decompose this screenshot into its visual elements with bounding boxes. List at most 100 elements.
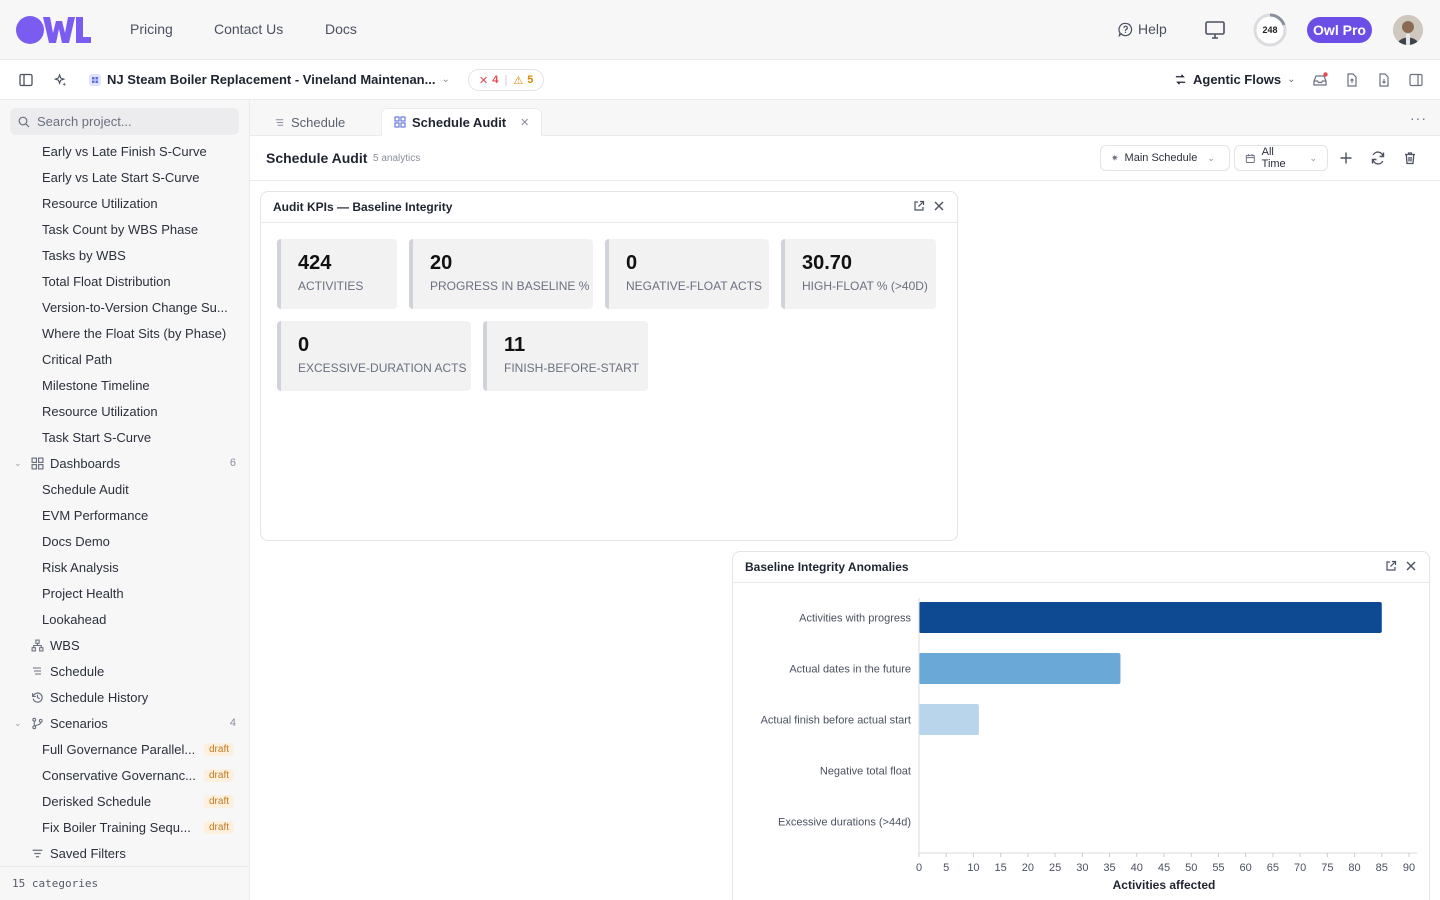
sidebar-item-dashboards[interactable]: ⌄ Dashboards 6 [0,450,249,476]
sidebar-item-total-float-distribution[interactable]: Total Float Distribution [0,268,249,294]
item-count: 4 [229,717,236,729]
sidebar-item-fix-boiler-training-sequ[interactable]: Fix Boiler Training Sequ... draft [0,814,249,840]
chevron-down-icon: ⌄ [1207,152,1215,163]
sidebar-item-label: Tasks by WBS [42,247,126,263]
kpi-card: 20 PROGRESS IN BASELINE % [409,239,593,309]
list-icon [30,664,44,678]
chart-widget-title: Baseline Integrity Anomalies [733,552,1429,583]
sidebar-item-label: Milestone Timeline [42,377,150,393]
close-icon[interactable] [933,200,945,212]
kpi-label: PROGRESS IN BASELINE % [430,279,590,293]
sidebar-item-version-to-version-change-su[interactable]: Version-to-Version Change Su... [0,294,249,320]
sidebar-item-task-start-s-curve[interactable]: Task Start S-Curve [0,424,249,450]
chevron-down-icon[interactable]: ⌄ [14,458,24,469]
sidebar-item-resource-utilization[interactable]: Resource Utilization [0,398,249,424]
kpi-value: 20 [430,252,453,274]
nav-docs[interactable]: Docs [325,21,357,37]
x-tick-label: 30 [1076,862,1088,874]
x-tick-label: 50 [1185,862,1197,874]
issues-badge[interactable]: ✕ 4 | ⚠ 5 [468,69,544,91]
sidebar-item-tasks-by-wbs[interactable]: Tasks by WBS [0,242,249,268]
nav-pricing[interactable]: Pricing [130,21,173,37]
export-file-icon[interactable] [1342,70,1362,90]
right-panel-icon[interactable] [1406,70,1426,90]
credits-count: 248 [1262,25,1278,35]
sidebar-item-saved-filters[interactable]: Saved Filters [0,840,249,866]
help-button[interactable]: Help [1118,21,1167,37]
sidebar-item-label: Task Count by WBS Phase [42,221,199,237]
sidebar-item-project-health[interactable]: Project Health [0,580,249,606]
avatar[interactable] [1393,15,1423,45]
refresh-icon[interactable] [1368,148,1388,168]
sidebar-item-schedule[interactable]: Schedule [0,658,249,684]
warning-count: 5 [527,74,534,86]
open-external-icon[interactable] [913,200,925,212]
sidebar-item-label: Version-to-Version Change Su... [42,299,228,315]
add-icon[interactable] [1336,148,1356,168]
page-title: Schedule Audit [266,150,368,166]
kpi-label: EXCESSIVE-DURATION ACTS [298,361,467,375]
sidebar-item-schedule-audit[interactable]: Schedule Audit [0,476,249,502]
sidebar-item-early-vs-late-start-s-curve[interactable]: Early vs Late Start S-Curve [0,164,249,190]
sidebar-item-task-count-by-wbs-phase[interactable]: Task Count by WBS Phase [0,216,249,242]
agentic-flows-menu[interactable]: Agentic Flows ⌄ [1174,72,1296,87]
search-box[interactable] [10,108,239,135]
category-label: Actual finish before actual start [761,715,911,727]
schedule-select-value: Main Schedule [1124,152,1198,164]
trash-icon[interactable] [1400,148,1420,168]
category-label: Excessive durations (>44d) [778,817,911,829]
grid-icon [30,456,44,470]
sparkle-icon[interactable] [50,70,70,90]
sidebar-item-early-vs-late-finish-s-curve[interactable]: Early vs Late Finish S-Curve [0,138,249,164]
sidebar-item-scenarios[interactable]: ⌄ Scenarios 4 [0,710,249,736]
chevron-down-icon: ⌄ [441,74,450,85]
kpi-value: 0 [298,334,310,356]
time-range-select[interactable]: All Time ⌄ [1234,145,1328,171]
kpi-card: 0 EXCESSIVE-DURATION ACTS [277,321,471,391]
agentic-flows-label: Agentic Flows [1193,72,1282,87]
toggle-sidebar-icon[interactable] [16,70,36,90]
sidebar-item-where-the-float-sits-by-phase[interactable]: Where the Float Sits (by Phase) [0,320,249,346]
sidebar-item-full-governance-parallel[interactable]: Full Governance Parallel... draft [0,736,249,762]
time-range-value: All Time [1261,146,1286,170]
x-tick-label: 25 [1049,862,1061,874]
owl-logo[interactable] [16,15,92,45]
error-icon: ✕ [479,74,489,87]
sidebar-item-lookahead[interactable]: Lookahead [0,606,249,632]
draft-badge: draft [203,820,234,834]
x-tick-label: 85 [1376,862,1388,874]
more-options-icon[interactable]: ··· [1410,110,1427,126]
tab-schedule-audit-label: Schedule Audit [412,114,507,130]
sidebar-item-wbs[interactable]: WBS [0,632,249,658]
sidebar-item-label: Dashboards [50,455,121,471]
schedule-select[interactable]: ✷ Main Schedule ⌄ [1100,145,1230,171]
kpi-value: 30.70 [802,252,853,274]
nav-contact-us[interactable]: Contact Us [214,21,283,37]
monitor-icon[interactable] [1203,18,1227,42]
inbox-icon[interactable] [1310,70,1330,90]
x-tick-label: 65 [1267,862,1279,874]
tab-schedule-audit[interactable]: Schedule Audit ✕ [381,108,543,136]
tab-schedule[interactable]: Schedule [262,108,357,136]
sidebar-item-milestone-timeline[interactable]: Milestone Timeline [0,372,249,398]
sidebar-item-critical-path[interactable]: Critical Path [0,346,249,372]
close-icon[interactable] [1405,560,1417,572]
search-input[interactable] [37,114,227,129]
project-grid-icon [89,73,101,86]
x-tick-label: 15 [995,862,1007,874]
sidebar-item-evm-performance[interactable]: EVM Performance [0,502,249,528]
chevron-down-icon[interactable]: ⌄ [14,718,24,729]
kpi-card: 30.70 HIGH-FLOAT % (>40D) [781,239,936,309]
owl-pro-button[interactable]: Owl Pro [1307,17,1372,43]
sidebar-item-derisked-schedule[interactable]: Derisked Schedule draft [0,788,249,814]
sidebar-item-risk-analysis[interactable]: Risk Analysis [0,554,249,580]
project-selector[interactable]: NJ Steam Boiler Replacement - Vineland M… [89,72,450,87]
import-file-icon[interactable] [1374,70,1394,90]
sidebar-item-docs-demo[interactable]: Docs Demo [0,528,249,554]
sidebar-item-conservative-governanc[interactable]: Conservative Governanc... draft [0,762,249,788]
open-external-icon[interactable] [1385,560,1397,572]
category-label: Activities with progress [799,613,911,625]
sidebar-item-resource-utilization[interactable]: Resource Utilization [0,190,249,216]
sidebar-item-schedule-history[interactable]: Schedule History [0,684,249,710]
close-tab-icon[interactable]: ✕ [520,116,529,129]
